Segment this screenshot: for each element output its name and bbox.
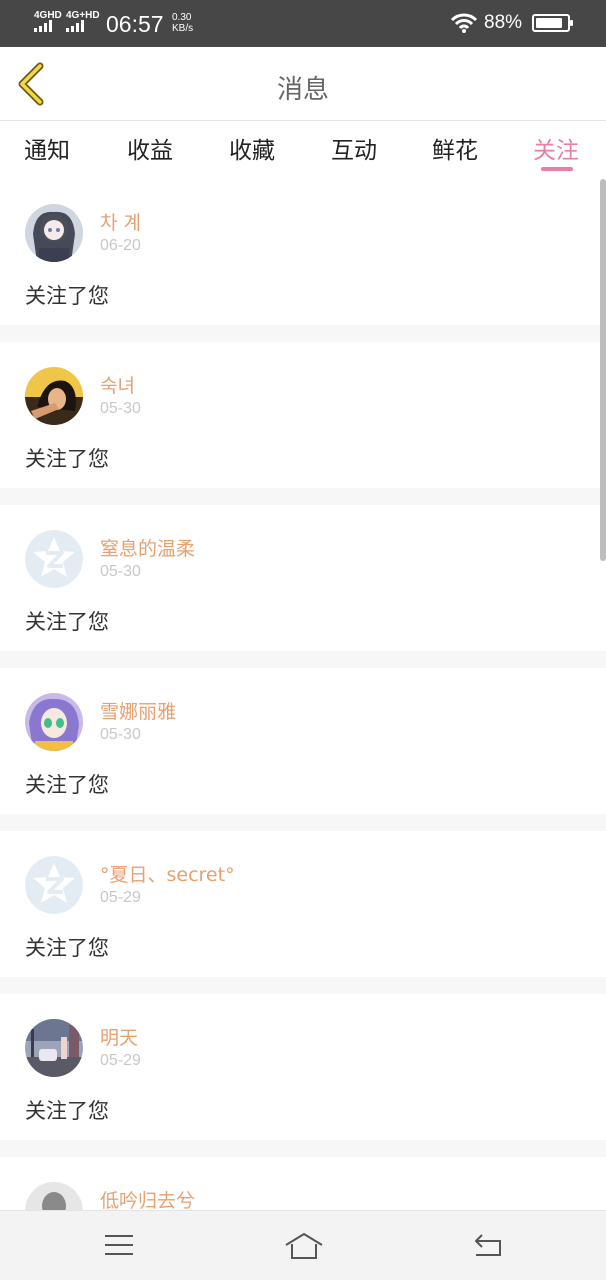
battery-icon <box>532 14 573 32</box>
system-navigation-bar <box>0 1210 606 1280</box>
clock: 06:57 <box>106 11 164 37</box>
message-text: 关注了您 <box>25 610 109 634</box>
signal-icon <box>66 20 84 32</box>
avatar[interactable] <box>25 367 83 425</box>
username[interactable]: 低吟归去兮 <box>100 1186 195 1210</box>
avatar[interactable] <box>25 204 83 262</box>
tab-follows[interactable]: 关注 <box>533 131 579 165</box>
default-avatar-icon[interactable] <box>25 530 83 588</box>
list-item[interactable]: 窒息的温柔 05-30 关注了您 <box>0 505 606 651</box>
username[interactable]: 雪娜丽雅 <box>100 697 176 724</box>
tab-interactions[interactable]: 互动 <box>331 131 377 165</box>
username[interactable]: °夏日、secret° <box>100 860 235 887</box>
speed-unit: KB/s <box>172 23 194 34</box>
avatar[interactable] <box>25 1019 83 1077</box>
tab-earnings[interactable]: 收益 <box>127 131 173 165</box>
list-item[interactable]: 明天 05-29 关注了您 <box>0 994 606 1140</box>
active-tab-indicator <box>541 167 573 171</box>
username[interactable]: 明天 <box>100 1023 138 1050</box>
menu-icon[interactable] <box>103 1231 135 1259</box>
message-date: 05-30 <box>100 563 141 580</box>
status-bar: 4GHD 4G+HD 06:57 0.30 KB/s 88% <box>0 0 606 47</box>
message-date: 05-29 <box>100 889 141 906</box>
speed-value: 0.30 <box>172 12 192 23</box>
list-item[interactable]: 雪娜丽雅 05-30 关注了您 <box>0 668 606 814</box>
list-item[interactable]: 低吟归去兮 <box>0 1157 606 1210</box>
battery-fill <box>536 18 562 28</box>
message-date: 05-30 <box>100 400 141 417</box>
avatar[interactable] <box>25 693 83 751</box>
page-title: 消息 <box>276 75 329 105</box>
message-date: 05-30 <box>100 726 141 743</box>
message-text: 关注了您 <box>25 773 109 797</box>
message-date: 05-29 <box>100 1052 141 1069</box>
tab-notifications[interactable]: 通知 <box>24 131 70 165</box>
tab-flowers[interactable]: 鲜花 <box>432 131 478 165</box>
default-avatar-icon[interactable] <box>25 856 83 914</box>
app-header: 消息 <box>0 47 606 121</box>
username[interactable]: 숙녀 <box>100 371 135 398</box>
follow-message-list[interactable]: 차 계 06-20 关注了您 숙녀 05-30 关注了您 窒息的温柔 05-30… <box>0 179 606 1210</box>
wifi-icon <box>450 13 478 33</box>
message-date: 06-20 <box>100 237 141 254</box>
message-text: 关注了您 <box>25 284 109 308</box>
username[interactable]: 차 계 <box>100 208 141 235</box>
home-icon[interactable] <box>283 1231 325 1261</box>
return-icon[interactable] <box>472 1231 504 1259</box>
avatar[interactable] <box>25 1182 83 1210</box>
list-item[interactable]: 차 계 06-20 关注了您 <box>0 179 606 325</box>
message-text: 关注了您 <box>25 936 109 960</box>
scrollbar[interactable] <box>600 179 606 561</box>
message-text: 关注了您 <box>25 1099 109 1123</box>
tab-favorites[interactable]: 收藏 <box>229 131 275 165</box>
network-speed: 0.30 KB/s <box>172 12 193 34</box>
signal-icon <box>34 20 52 32</box>
tab-bar: 通知 收益 收藏 互动 鲜花 关注 <box>0 121 606 179</box>
list-item[interactable]: °夏日、secret° 05-29 关注了您 <box>0 831 606 977</box>
message-text: 关注了您 <box>25 447 109 471</box>
battery-percent: 88% <box>484 12 523 33</box>
list-item[interactable]: 숙녀 05-30 关注了您 <box>0 342 606 488</box>
username[interactable]: 窒息的温柔 <box>100 534 195 561</box>
